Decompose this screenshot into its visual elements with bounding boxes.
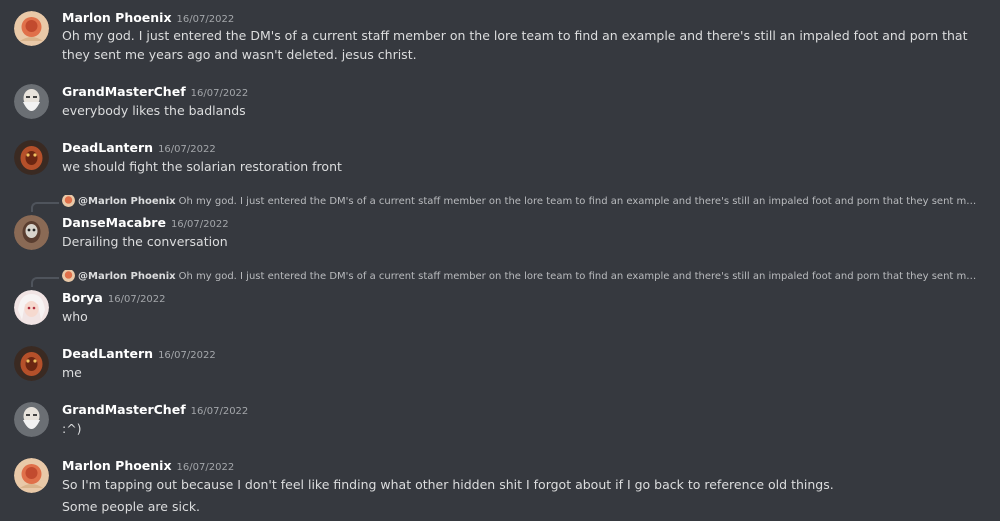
timestamp: 16/07/2022	[176, 14, 235, 25]
timestamp: 16/07/2022	[190, 88, 249, 99]
reply-connector	[31, 277, 59, 287]
reply-author[interactable]: @Marlon Phoenix	[78, 271, 176, 282]
message-line: who	[62, 309, 88, 324]
timestamp: 16/07/2022	[190, 406, 249, 417]
grandmasterchef-avatar[interactable]	[14, 402, 49, 437]
message-content: we should fight the solarian restoration…	[62, 157, 982, 176]
message-line: we should fight the solarian restoration…	[62, 159, 342, 174]
chat-message-list: Marlon Phoenix 16/07/2022 Oh my god. I ju…	[0, 0, 1000, 521]
message-content: everybody likes the badlands	[62, 101, 982, 120]
message-content: Derailing the conversation	[62, 232, 982, 251]
username[interactable]: GrandMasterChef	[62, 84, 186, 99]
timestamp: 16/07/2022	[107, 294, 166, 305]
deadlantern-avatar[interactable]	[14, 140, 49, 175]
message-content: me	[62, 363, 982, 382]
timestamp: 16/07/2022	[170, 219, 229, 230]
timestamp: 16/07/2022	[176, 462, 235, 473]
username[interactable]: Marlon Phoenix	[62, 10, 172, 25]
timestamp: 16/07/2022	[158, 144, 216, 155]
message-header: GrandMasterChef 16/07/2022	[62, 83, 248, 102]
reply-preview[interactable]: @Marlon Phoenix Oh my god. I just entered…	[62, 270, 977, 284]
deadlantern-avatar[interactable]	[14, 346, 49, 381]
message-content: who	[62, 307, 982, 326]
reply-preview[interactable]: @Marlon Phoenix Oh my god. I just entered…	[62, 195, 977, 209]
message-header: Marlon Phoenix 16/07/2022	[62, 457, 234, 476]
grandmasterchef-avatar[interactable]	[14, 84, 49, 119]
reply-avatar	[62, 270, 75, 282]
message-content: Oh my god. I just entered the DM's of a …	[62, 26, 982, 64]
reply-text: Oh my god. I just entered the DM's of a …	[178, 196, 977, 207]
marlon-avatar[interactable]	[14, 11, 49, 46]
message-header: DeadLantern 16/07/2022	[62, 139, 216, 158]
message-header: Borya 16/07/2022	[62, 289, 166, 308]
reply-author[interactable]: @Marlon Phoenix	[78, 196, 176, 207]
username[interactable]: DeadLantern	[62, 140, 153, 155]
message-header: GrandMasterChef 16/07/2022	[62, 401, 248, 420]
marlon-avatar[interactable]	[14, 458, 49, 493]
message-line: :^)	[62, 421, 82, 436]
message-line: everybody likes the badlands	[62, 103, 246, 118]
message-header: DanseMacabre 16/07/2022	[62, 214, 229, 233]
timestamp: 16/07/2022	[158, 350, 216, 361]
message-line: Derailing the conversation	[62, 234, 228, 249]
borya-avatar[interactable]	[14, 290, 49, 325]
message-line: Some people are sick.	[62, 499, 201, 514]
reply-text: Oh my god. I just entered the DM's of a …	[178, 271, 977, 282]
message-line: me	[62, 365, 82, 380]
username[interactable]: Borya	[62, 290, 103, 305]
reply-connector	[31, 202, 59, 212]
message-content: :^)	[62, 419, 982, 438]
dansemacabre-avatar[interactable]	[14, 215, 49, 250]
username[interactable]: Marlon Phoenix	[62, 458, 172, 473]
message-content: So I'm tapping out because I don't feel …	[62, 475, 982, 516]
username[interactable]: GrandMasterChef	[62, 402, 186, 417]
reply-avatar	[62, 195, 75, 207]
username[interactable]: DeadLantern	[62, 346, 153, 361]
message-header: DeadLantern 16/07/2022	[62, 345, 216, 364]
message-line: Oh my god. I just entered the DM's of a …	[62, 28, 968, 62]
message-line: So I'm tapping out because I don't feel …	[62, 477, 834, 492]
username[interactable]: DanseMacabre	[62, 215, 166, 230]
